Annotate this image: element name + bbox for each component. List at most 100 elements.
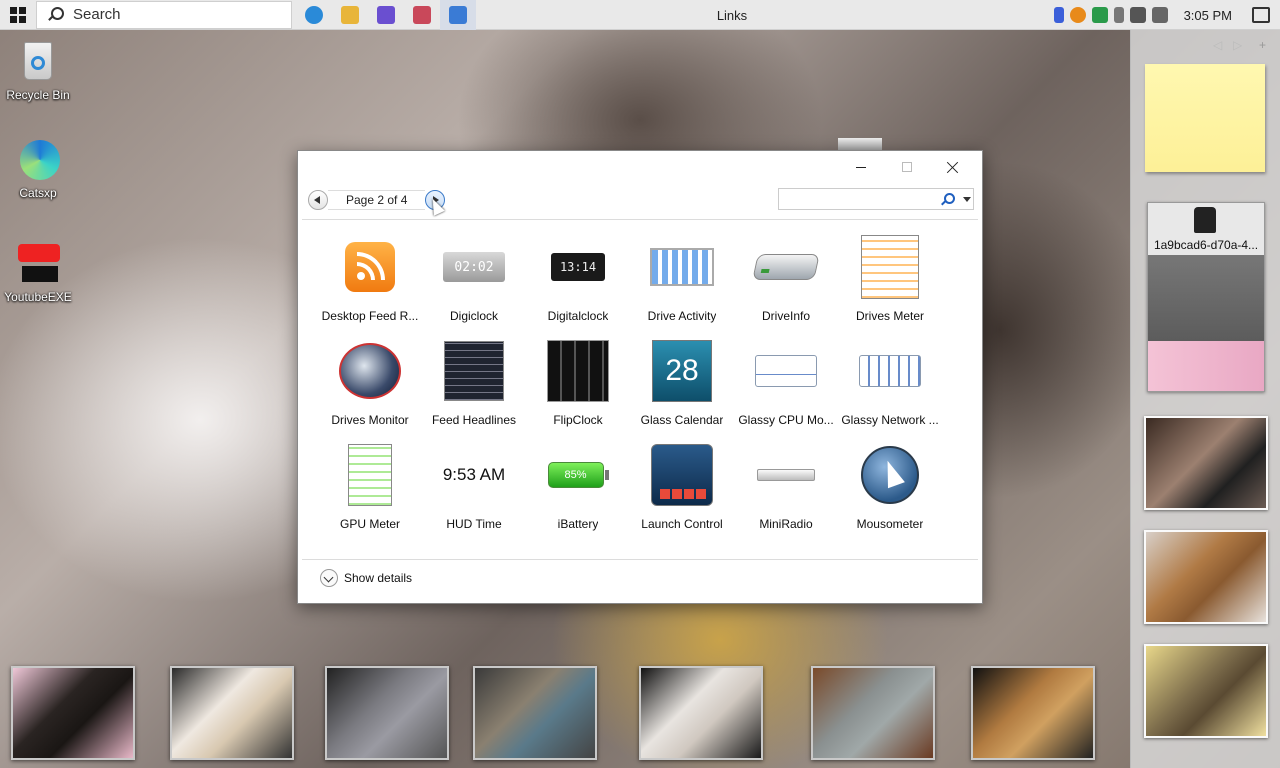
gadget-digitalclock[interactable]: 13:14 Digitalclock	[526, 231, 630, 335]
app-window-icon	[449, 5, 467, 24]
taskbar-search-box[interactable]: Search	[36, 0, 292, 29]
gadget-label: Glass Calendar	[640, 413, 724, 427]
volume-muted-icon[interactable]	[1151, 7, 1168, 23]
system-tray: 3:05 PM	[1053, 0, 1280, 30]
gadget-drive-activity[interactable]: Drive Activity	[630, 231, 734, 335]
recycle-bin-icon	[16, 40, 60, 84]
gadget-label: Digiclock	[449, 309, 498, 323]
gadget-flipclock[interactable]: FlipClock	[526, 335, 630, 439]
slideshow-caption: 1a9bcad6-d70a-4...	[1153, 238, 1259, 252]
start-button[interactable]	[0, 0, 36, 30]
gadget-miniradio[interactable]: MiniRadio	[734, 439, 838, 543]
gadget-label: DriveInfo	[761, 309, 811, 323]
gadget-label: Desktop Feed R...	[321, 309, 419, 323]
gadget-glass-calendar[interactable]: 28 Glass Calendar	[630, 335, 734, 439]
sticky-note-gadget[interactable]	[1145, 64, 1265, 172]
gadget-mousometer[interactable]: Mousometer	[838, 439, 942, 543]
gadget-sidebar: ◁ ▷ + 1a9bcad6-d70a-4...	[1130, 30, 1280, 768]
action-center-icon[interactable]	[1252, 7, 1270, 23]
pinned-app-3[interactable]	[368, 0, 404, 30]
pinned-edge[interactable]	[296, 0, 332, 30]
gadget-search-box	[778, 188, 974, 210]
desktop-icon-catsxp[interactable]: Catsxp	[0, 138, 76, 200]
calendar-day: 28	[652, 340, 712, 402]
desktop-icon-label: Catsxp	[19, 186, 57, 200]
sidebar-prev-icon[interactable]: ◁	[1213, 38, 1222, 52]
gadget-label: Drives Meter	[855, 309, 924, 323]
gadget-launch-control[interactable]: Launch Control	[630, 439, 734, 543]
footer-divider	[302, 559, 978, 560]
page-label: Page 2 of 4	[328, 190, 426, 210]
sidebar-photo-3[interactable]	[1144, 644, 1268, 738]
drives-meter-icon	[854, 231, 926, 303]
mousometer-icon	[854, 439, 926, 511]
close-button[interactable]	[930, 155, 976, 179]
bluetooth-icon[interactable]	[1053, 7, 1064, 23]
security-shield-icon[interactable]	[1091, 7, 1108, 23]
pinned-app-5[interactable]	[440, 0, 476, 30]
flipclock-icon	[542, 335, 614, 407]
sidebar-photo-1[interactable]	[1144, 416, 1268, 510]
pinned-file-explorer[interactable]	[332, 0, 368, 30]
sidebar-photo-2[interactable]	[1144, 530, 1268, 624]
glassy-network-icon	[854, 335, 926, 407]
sidebar-add-icon[interactable]: +	[1259, 38, 1266, 52]
gadget-drives-monitor[interactable]: Drives Monitor	[318, 335, 422, 439]
search-dropdown-icon[interactable]	[963, 197, 971, 202]
gadget-gallery-window: Page 2 of 4 Desktop Feed R... 02:02 Digi	[297, 150, 983, 604]
digitalclock-icon: 13:14	[542, 231, 614, 303]
gadget-grid: Desktop Feed R... 02:02 Digiclock 13:14 …	[318, 231, 958, 543]
bottom-photo-4[interactable]	[473, 666, 597, 760]
usb-icon[interactable]	[1113, 7, 1124, 23]
glassy-cpu-icon	[750, 335, 822, 407]
bottom-photo-1[interactable]	[11, 666, 135, 760]
drives-monitor-icon	[334, 335, 406, 407]
sidebar-next-icon[interactable]: ▷	[1233, 38, 1242, 52]
pinned-app-4[interactable]	[404, 0, 440, 30]
search-tray-icon[interactable]	[1069, 7, 1086, 23]
minimize-button[interactable]	[838, 155, 884, 179]
active-window-title: Links	[716, 8, 748, 23]
digiclock-display: 02:02	[443, 252, 505, 282]
clock[interactable]: 3:05 PM	[1184, 8, 1232, 23]
desktop-icon-recycle-bin[interactable]: Recycle Bin	[0, 40, 76, 102]
glass-calendar-icon: 28	[646, 335, 718, 407]
previous-page-button[interactable]	[308, 190, 328, 210]
gadget-drives-meter[interactable]: Drives Meter	[838, 231, 942, 335]
gadget-feed-headlines[interactable]: Feed Headlines	[422, 335, 526, 439]
slideshow-gadget[interactable]: 1a9bcad6-d70a-4...	[1147, 202, 1265, 392]
bottom-photo-7[interactable]	[971, 666, 1095, 760]
gadget-label: Feed Headlines	[431, 413, 517, 427]
gadget-desktop-feed-reader[interactable]: Desktop Feed R...	[318, 231, 422, 335]
gadget-driveinfo[interactable]: DriveInfo	[734, 231, 838, 335]
feed-headlines-icon	[438, 335, 510, 407]
gadget-label: Drive Activity	[647, 309, 717, 323]
search-icon	[47, 6, 64, 23]
gadget-ibattery[interactable]: 85% iBattery	[526, 439, 630, 543]
gadget-search-input[interactable]	[779, 189, 939, 209]
bottom-photo-3[interactable]	[325, 666, 449, 760]
header-divider	[302, 219, 978, 220]
gadget-gpu-meter[interactable]: GPU Meter	[318, 439, 422, 543]
network-icon[interactable]	[1129, 7, 1146, 23]
slideshow-top-image: 1a9bcad6-d70a-4...	[1148, 203, 1264, 255]
bottom-photo-5[interactable]	[639, 666, 763, 760]
search-icon[interactable]	[941, 193, 955, 205]
digiclock-icon: 02:02	[438, 231, 510, 303]
chevron-down-icon	[320, 569, 338, 587]
gadget-label: MiniRadio	[759, 517, 813, 531]
maximize-button	[884, 155, 930, 179]
desktop-icon-youtubeexe[interactable]: YoutubeEXE	[0, 242, 76, 304]
gadget-glassy-network[interactable]: Glassy Network ...	[838, 335, 942, 439]
bottom-photo-6[interactable]	[811, 666, 935, 760]
gadget-digiclock[interactable]: 02:02 Digiclock	[422, 231, 526, 335]
gadget-label: iBattery	[557, 517, 599, 531]
app-purple-icon	[377, 5, 395, 24]
gadget-glassy-cpu-monitor[interactable]: Glassy CPU Mo...	[734, 335, 838, 439]
gadget-label: Launch Control	[641, 517, 723, 531]
show-details-toggle[interactable]: Show details	[320, 569, 412, 587]
gadget-hud-time[interactable]: 9:53 AM HUD Time	[422, 439, 526, 543]
bottom-photo-2[interactable]	[170, 666, 294, 760]
close-icon	[947, 161, 959, 173]
hud-time-icon: 9:53 AM	[438, 439, 510, 511]
